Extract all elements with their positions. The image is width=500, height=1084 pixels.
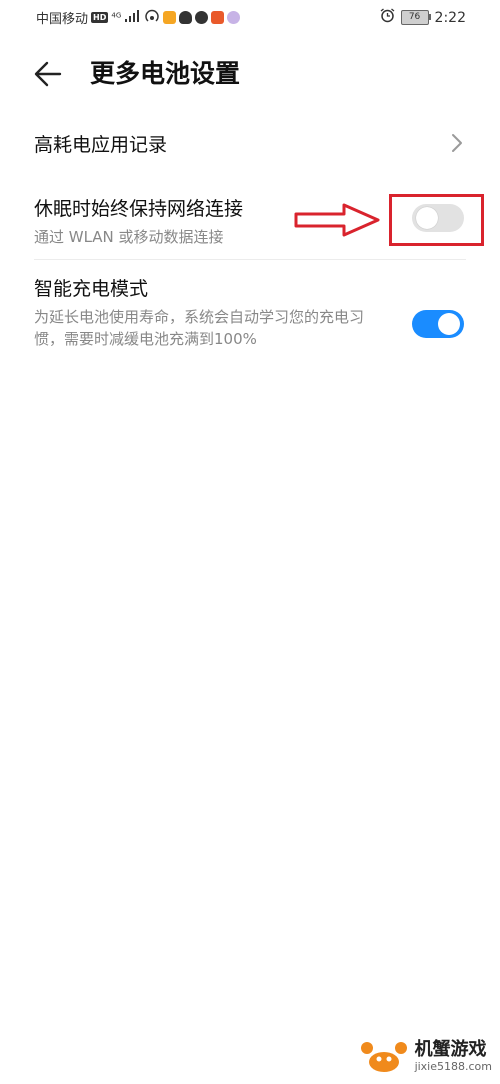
watermark-url: jixie5188.com: [414, 1060, 492, 1073]
divider: [34, 259, 466, 260]
crab-logo-icon: [360, 1042, 407, 1072]
chevron-right-icon: [452, 134, 462, 152]
status-left: 中国移动 HD 4G: [36, 8, 240, 27]
network-type-label: 4G: [111, 11, 122, 20]
battery-icon: 76: [400, 10, 431, 25]
toggle-knob: [438, 313, 460, 335]
qq-icon: [178, 11, 192, 24]
back-arrow-icon: [34, 61, 62, 87]
row-title: 高耗电应用记录: [34, 134, 168, 156]
status-bar: 中国移动 HD 4G 76 2:22: [0, 0, 500, 34]
hd-icon: HD: [91, 12, 109, 23]
setting-row-smart-charging: 智能充电模式 为延长电池使用寿命，系统会自动学习您的充电习惯，需要时减缓电池充满…: [0, 268, 500, 388]
setting-row-high-power-apps[interactable]: 高耗电应用记录: [0, 118, 500, 174]
highlight-box: [389, 194, 484, 246]
back-button[interactable]: [30, 56, 66, 92]
carrier-label: 中国移动: [36, 12, 89, 27]
alarm-icon: [380, 8, 395, 27]
smart-charging-toggle[interactable]: [412, 310, 464, 338]
app-header: 更多电池设置: [0, 48, 500, 100]
clock: 2:22: [434, 9, 466, 26]
app-icon: [226, 11, 240, 24]
arrow-annotation-icon: [294, 203, 380, 237]
row-subtitle: 为延长电池使用寿命，系统会自动学习您的充电习惯，需要时减缓电池充满到100%: [34, 308, 365, 348]
watermark: 机蟹游戏 jixie5188.com: [359, 1038, 492, 1076]
watermark-name: 机蟹游戏: [414, 1039, 487, 1060]
row-title: 休眠时始终保持网络连接: [34, 198, 244, 220]
row-title: 智能充电模式: [34, 278, 149, 300]
weibo-icon: [162, 11, 176, 24]
taobao-icon: [210, 11, 224, 24]
page-title: 更多电池设置: [90, 59, 241, 88]
hotspot-icon: [144, 9, 160, 27]
status-right: 76 2:22: [380, 8, 466, 27]
wechat-icon: [194, 11, 208, 24]
signal-icon: 4G: [111, 10, 140, 25]
